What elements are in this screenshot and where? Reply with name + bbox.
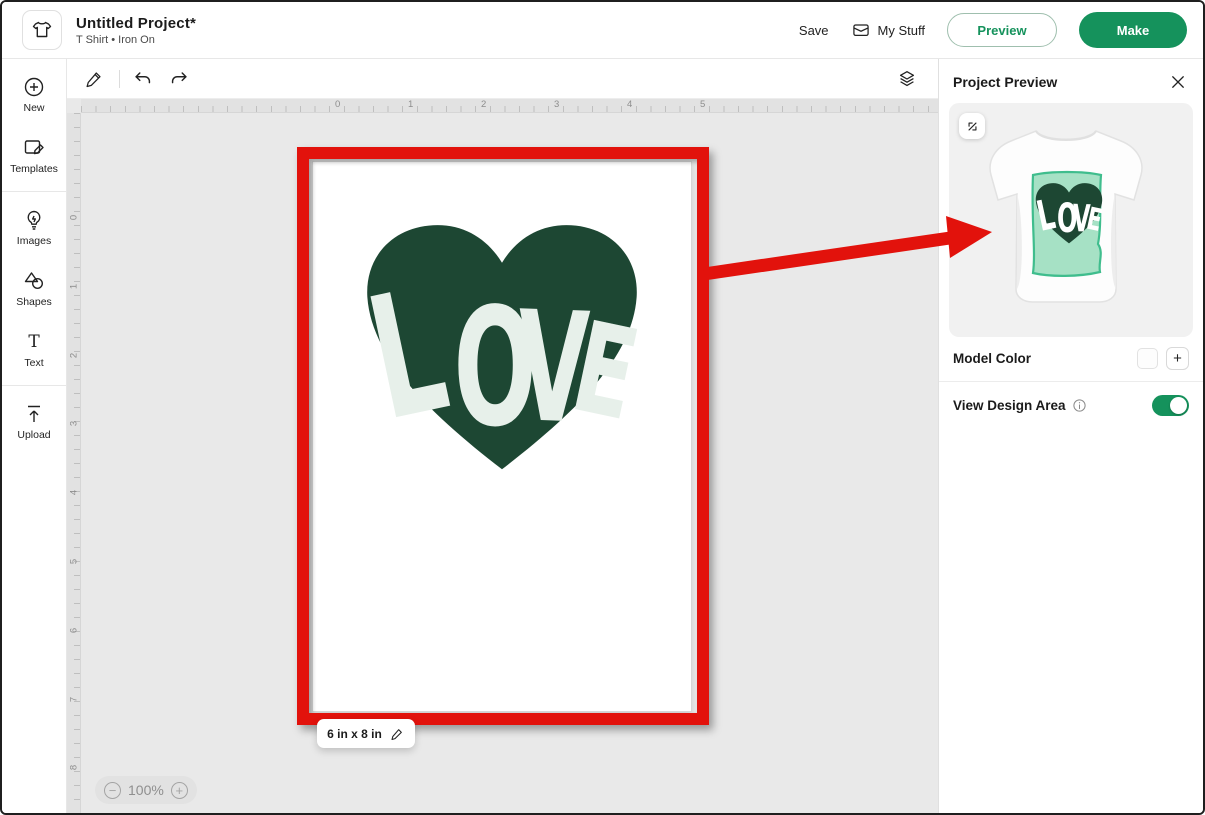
upload-icon [22, 402, 46, 426]
project-preview-panel: Project Preview Model Color [938, 59, 1203, 813]
project-type-button[interactable] [22, 10, 62, 50]
expand-icon [965, 119, 980, 134]
sidebar-item-shapes[interactable]: Shapes [2, 269, 66, 308]
plus-circle-icon [22, 75, 46, 99]
panel-divider [939, 381, 1203, 382]
canvas-size-label: 6 in x 8 in [327, 727, 382, 741]
add-model-color-button[interactable]: + [1166, 347, 1189, 370]
panel-title: Project Preview [953, 74, 1057, 90]
vertical-ruler: 0 1 2 3 4 5 6 7 8 [67, 113, 81, 813]
sidebar-item-templates[interactable]: Templates [2, 136, 66, 175]
make-button[interactable]: Make [1079, 12, 1187, 48]
view-design-area-row: View Design Area [939, 384, 1203, 426]
sidebar-item-upload[interactable]: Upload [2, 402, 66, 441]
app-window: L O V E Untitled Project* T Shirt • Iron… [0, 0, 1205, 815]
tshirt-mockup [949, 103, 1183, 337]
hruler-number: 5 [700, 99, 705, 110]
tshirt-preview[interactable] [949, 103, 1193, 337]
toggle-knob [1170, 397, 1187, 414]
edit-pencil-icon[interactable] [83, 68, 105, 90]
canvas-area: 0 1 2 3 4 5 0 1 2 3 4 5 6 7 8 6 in x 8 in − 100% + [67, 59, 938, 813]
zoom-control: − 100% + [95, 776, 197, 804]
hruler-number: 3 [554, 99, 559, 110]
canvas-size-chip[interactable]: 6 in x 8 in [317, 719, 415, 748]
vruler-number: 1 [69, 279, 80, 293]
design-canvas[interactable]: 6 in x 8 in − 100% + [81, 113, 938, 813]
vruler-number: 4 [69, 486, 80, 500]
my-stuff-label: My Stuff [878, 23, 925, 38]
shapes-icon [22, 269, 46, 293]
edit-size-pencil-icon [389, 726, 405, 742]
sidebar-item-images[interactable]: Images [2, 208, 66, 247]
vruler-number: 3 [69, 417, 80, 431]
sidebar-item-text[interactable]: T Text [2, 330, 66, 369]
left-sidebar: New Templates Images Shapes [2, 59, 67, 813]
zoom-out-button[interactable]: − [104, 782, 121, 799]
design-page[interactable] [312, 161, 692, 712]
project-title-block: Untitled Project* T Shirt • Iron On [76, 15, 196, 46]
text-icon: T [22, 330, 46, 354]
hruler-number: 2 [481, 99, 486, 110]
model-color-swatch[interactable] [1137, 348, 1158, 369]
project-subtitle: T Shirt • Iron On [76, 34, 196, 46]
undo-icon[interactable] [132, 68, 154, 90]
my-stuff-button[interactable]: My Stuff [851, 20, 925, 40]
toolbar-divider [119, 70, 120, 88]
template-icon [22, 136, 46, 160]
model-color-label: Model Color [953, 351, 1031, 366]
project-title: Untitled Project* [76, 15, 196, 32]
close-icon[interactable] [1169, 73, 1187, 91]
sidebar-label-upload: Upload [17, 429, 50, 441]
canvas-toolbar [67, 59, 938, 99]
view-design-area-label: View Design Area [953, 398, 1066, 413]
lightbulb-icon [22, 208, 46, 232]
redo-icon[interactable] [168, 68, 190, 90]
preview-button[interactable]: Preview [947, 13, 1057, 47]
tshirt-icon [30, 18, 54, 42]
sidebar-label-new: New [23, 102, 44, 114]
vruler-number: 2 [69, 348, 80, 362]
zoom-level: 100% [128, 782, 164, 798]
sidebar-label-text: Text [24, 357, 43, 369]
hruler-number: 4 [627, 99, 632, 110]
sidebar-divider [2, 385, 66, 386]
mail-icon [851, 20, 871, 40]
horizontal-ruler: 0 1 2 3 4 5 [81, 99, 938, 113]
view-design-area-toggle[interactable] [1152, 395, 1189, 416]
sidebar-label-images: Images [17, 235, 51, 247]
save-button[interactable]: Save [799, 23, 829, 38]
love-heart-design[interactable] [346, 200, 658, 476]
sidebar-label-shapes: Shapes [16, 296, 52, 308]
zoom-in-button[interactable]: + [171, 782, 188, 799]
info-icon[interactable] [1072, 398, 1087, 413]
vruler-number: 6 [69, 623, 80, 637]
expand-preview-button[interactable] [959, 113, 985, 139]
hruler-number: 0 [335, 99, 340, 110]
vruler-number: 0 [69, 211, 80, 225]
top-header: Untitled Project* T Shirt • Iron On Save… [2, 2, 1203, 59]
vruler-number: 7 [69, 692, 80, 706]
svg-text:T: T [28, 332, 40, 352]
vruler-number: 5 [69, 555, 80, 569]
sidebar-label-templates: Templates [10, 163, 58, 175]
hruler-number: 1 [408, 99, 413, 110]
layers-icon[interactable] [896, 68, 918, 90]
sidebar-item-new[interactable]: New [2, 75, 66, 114]
sidebar-divider [2, 191, 66, 192]
vruler-number: 8 [69, 761, 80, 775]
model-color-row: Model Color + [939, 337, 1203, 379]
